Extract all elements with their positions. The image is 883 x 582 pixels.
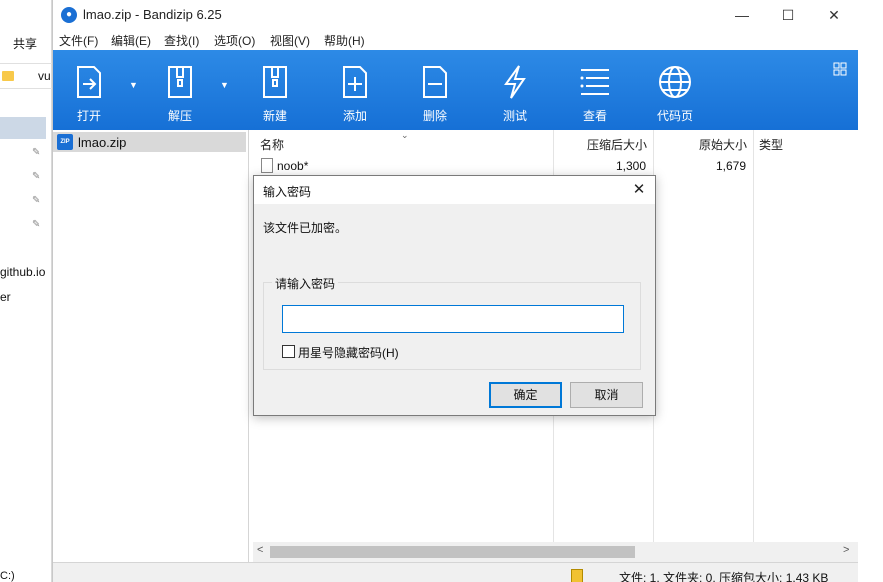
menu-file[interactable]: 文件(F) [59,32,98,49]
nav-selected-item[interactable] [0,117,46,139]
table-row[interactable]: noob* 1,300 1,679 [253,156,858,176]
bandizip-app-icon: ● [61,7,77,23]
codepage-globe-icon [659,66,691,98]
share-tab[interactable]: 共享 [13,35,37,52]
ok-button[interactable]: 确定 [489,382,562,408]
dialog-title: 输入密码 [263,185,312,199]
status-bar: 文件: 1, 文件夹: 0, 压缩包大小: 1.43 KB [53,562,858,582]
hide-password-checkbox[interactable] [282,345,295,358]
new-archive-icon [263,66,287,98]
add-file-icon [343,66,367,98]
column-divider[interactable] [753,130,754,542]
password-group: 请输入密码 用星号隐藏密码(H) [263,275,641,370]
pin-icon: ✎ [32,219,41,230]
password-dialog: 输入密码 ✕ 该文件已加密。 请输入密码 用星号隐藏密码(H) 确定 取消 [253,175,656,416]
toolbar-label: 代码页 [656,109,693,123]
toolbar-label: 删除 [422,109,447,123]
toolbar-add-button[interactable]: 添加 [320,50,390,130]
pin-icon: ✎ [32,171,41,182]
folder-icon [2,71,14,81]
zip-file-icon: ZIP [57,134,73,150]
column-header-compressed[interactable]: 压缩后大小 [587,136,647,153]
toolbar-extract-button[interactable]: 解压 [145,50,215,130]
toolbar-test-button[interactable]: 测试 [480,50,550,130]
scroll-left-arrow-icon[interactable]: < [257,544,263,556]
toolbar-label: 添加 [342,109,367,123]
archive-status-icon [571,569,583,582]
sort-indicator-icon: ⌄ [401,130,409,140]
menu-bar: 文件(F) 编辑(E) 查找(I) 选项(O) 视图(V) 帮助(H) [53,30,858,50]
list-header: 名称 ⌄ 压缩后大小 原始大小 类型 [253,130,858,156]
toolbar-label: 新建 [262,109,287,123]
tree-item-label: lmao.zip [78,135,127,150]
toolbar-view-button[interactable]: 查看 [560,50,630,130]
file-compressed-size: 1,300 [615,159,646,173]
file-icon [261,158,273,173]
horizontal-scrollbar[interactable]: < > [253,542,858,562]
password-group-label: 请输入密码 [272,275,339,292]
minimize-button[interactable]: — [719,0,765,30]
column-header-original[interactable]: 原始大小 [699,136,747,153]
toolbar-open-button[interactable]: 打开 [54,50,124,130]
dialog-title-bar[interactable]: 输入密码 ✕ [254,176,655,204]
address-text: vu [38,69,51,83]
nav-item-drive[interactable]: C:) [0,570,15,582]
toolbar-label: 查看 [582,109,607,123]
pin-icon: ✎ [32,147,41,158]
file-name: noob* [277,159,309,173]
toolbar-label: 解压 [167,109,192,123]
scrollbar-thumb[interactable] [270,546,635,558]
toolbar-label: 打开 [76,109,101,123]
nav-item-github[interactable]: github.io [0,265,45,279]
extract-icon [168,66,192,98]
menu-find[interactable]: 查找(I) [164,32,199,49]
test-lightning-icon [504,65,526,99]
column-header-type[interactable]: 类型 [759,136,783,153]
delete-file-icon [423,66,447,98]
file-original-size: 1,679 [715,159,746,173]
toolbar: 打开 ▼ 解压 ▼ 新建 添加 删除 测试 查看 代码页 [53,50,858,130]
cancel-button[interactable]: 取消 [570,382,643,408]
menu-edit[interactable]: 编辑(E) [111,32,151,49]
address-bar[interactable]: vu [0,63,52,89]
nav-item-er[interactable]: er [0,290,11,304]
menu-help[interactable]: 帮助(H) [324,32,365,49]
view-list-icon [580,69,609,95]
hide-password-label[interactable]: 用星号隐藏密码(H) [298,344,399,361]
folder-tree-pane: ZIP lmao.zip [53,130,249,562]
view-mode-grid-icon[interactable] [833,62,847,76]
close-button[interactable]: ✕ [811,0,857,30]
toolbar-codepage-button[interactable]: 代码页 [640,50,710,130]
status-text: 文件: 1, 文件夹: 0, 压缩包大小: 1.43 KB [619,571,829,582]
toolbar-label: 测试 [502,109,527,123]
window-title: lmao.zip - Bandizip 6.25 [83,7,222,22]
toolbar-delete-button[interactable]: 删除 [400,50,470,130]
column-header-name[interactable]: 名称 [260,136,284,153]
tree-item-archive[interactable]: ZIP lmao.zip [53,132,246,152]
dialog-message: 该文件已加密。 [263,221,348,235]
dialog-close-button[interactable]: ✕ [626,178,652,202]
title-bar[interactable]: ● lmao.zip - Bandizip 6.25 — ☐ ✕ [53,0,858,30]
password-input[interactable] [282,305,624,333]
scroll-right-arrow-icon[interactable]: > [843,544,849,556]
pin-icon: ✎ [32,195,41,206]
menu-view[interactable]: 视图(V) [270,32,310,49]
chevron-down-icon[interactable]: ▼ [220,80,229,90]
background-explorer-window: 共享 vu ✎ ✎ ✎ ✎ github.io er C:) [0,0,52,582]
maximize-button[interactable]: ☐ [765,0,811,30]
open-icon [77,66,101,98]
toolbar-new-button[interactable]: 新建 [240,50,310,130]
menu-options[interactable]: 选项(O) [214,32,255,49]
chevron-down-icon[interactable]: ▼ [129,80,138,90]
